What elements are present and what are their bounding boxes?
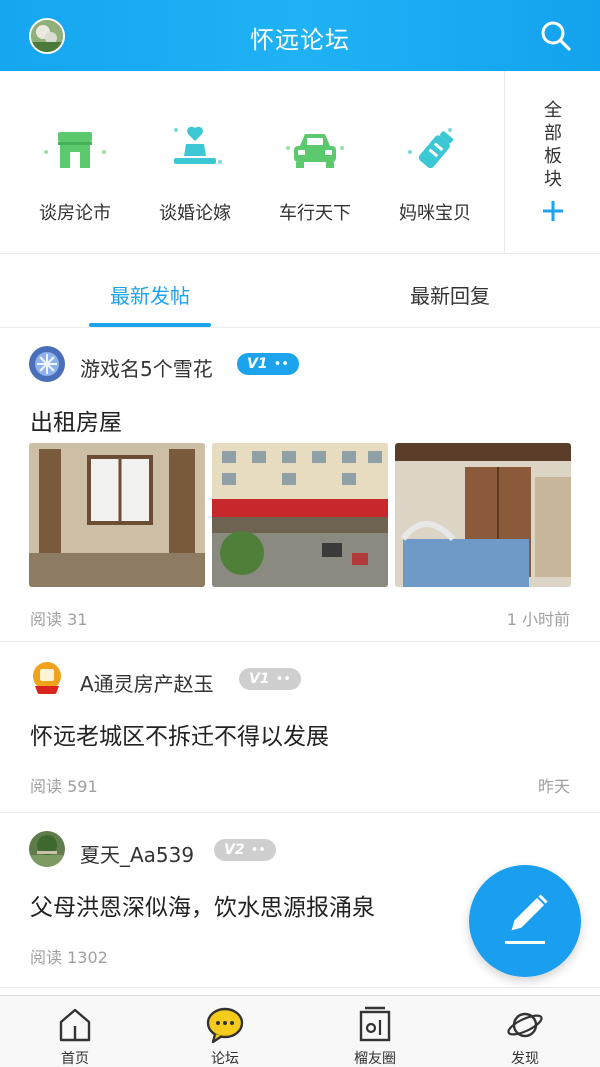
- nav-label: 榴友圈: [354, 1051, 396, 1067]
- shop-icon: [40, 126, 110, 176]
- tab-latest-replies[interactable]: 最新回复: [300, 254, 600, 328]
- page-title: 怀远论坛: [250, 26, 350, 54]
- home-icon: [55, 1006, 95, 1044]
- post-author[interactable]: A通灵房产赵玉: [80, 668, 214, 697]
- level-badge: V1 ••: [237, 353, 299, 375]
- ring-icon: [160, 126, 230, 176]
- level-badge: V1 ••: [239, 668, 301, 690]
- post-image-bedroom[interactable]: [395, 443, 571, 587]
- all-boards-button[interactable]: 全部板块: [504, 71, 600, 254]
- post-image-room[interactable]: [29, 443, 205, 587]
- avatar[interactable]: [29, 346, 65, 382]
- level-badge: V2 ••: [214, 839, 276, 861]
- all-boards-label: 全部板块: [544, 100, 562, 190]
- post-author[interactable]: 游戏名5个雪花: [80, 353, 213, 382]
- nav-discover[interactable]: 发现: [450, 996, 600, 1067]
- tab-latest-posts[interactable]: 最新发帖: [0, 254, 300, 328]
- plus-icon: [541, 199, 565, 223]
- post-image-street[interactable]: [212, 443, 388, 587]
- read-count: 阅读 1302: [30, 948, 108, 967]
- edit-pencil-icon: [505, 894, 548, 944]
- avatar[interactable]: [29, 660, 65, 696]
- read-count: 阅读 591: [30, 777, 98, 796]
- read-count: 阅读 31: [30, 610, 88, 629]
- post-card[interactable]: 游戏名5个雪花 V1 •• 出租房屋 阅读 31 1 小时前: [0, 328, 600, 642]
- avatar[interactable]: [29, 831, 65, 867]
- baby-bottle-icon: [400, 126, 470, 176]
- post-title[interactable]: 怀远老城区不拆迁不得以发展: [30, 717, 329, 751]
- category-label: 车行天下: [279, 203, 351, 224]
- category-label: 妈咪宝贝: [399, 203, 471, 224]
- post-author[interactable]: 夏天_Aa539: [80, 839, 194, 868]
- post-title[interactable]: 出租房屋: [30, 403, 122, 437]
- search-icon[interactable]: [540, 20, 572, 52]
- bottom-navigation: 首页 论坛 榴友圈 发现: [0, 995, 600, 1067]
- planet-icon: [505, 1006, 545, 1044]
- post-time: 昨天: [537, 777, 570, 796]
- nav-label: 发现: [511, 1051, 539, 1067]
- car-icon: [280, 126, 350, 176]
- nav-home[interactable]: 首页: [0, 996, 150, 1067]
- category-shortcuts: 谈房论市 谈婚论嫁 车行天下 妈咪宝贝 全部板块: [0, 71, 600, 254]
- feed-tabs: 最新发帖 最新回复: [0, 254, 600, 328]
- nav-label: 论坛: [211, 1051, 239, 1067]
- category-marriage[interactable]: 谈婚论嫁: [135, 71, 255, 254]
- post-card[interactable]: A通灵房产赵玉 V1 •• 怀远老城区不拆迁不得以发展 阅读 591 昨天: [0, 642, 600, 813]
- forum-chat-icon: [205, 1006, 245, 1044]
- category-label: 谈婚论嫁: [159, 203, 231, 224]
- category-cars[interactable]: 车行天下: [255, 71, 375, 254]
- category-label: 谈房论市: [39, 203, 111, 224]
- category-house[interactable]: 谈房论市: [15, 71, 135, 254]
- circle-frame-icon: [355, 1006, 395, 1044]
- active-tab-indicator: [89, 323, 211, 327]
- post-title[interactable]: 父母洪恩深似海，饮水思源报涌泉: [30, 888, 375, 922]
- category-baby[interactable]: 妈咪宝贝: [375, 71, 495, 254]
- top-bar: 怀远论坛: [0, 0, 600, 71]
- compose-post-button[interactable]: [469, 865, 581, 977]
- post-time: 1 小时前: [506, 610, 570, 629]
- nav-label: 首页: [61, 1051, 89, 1067]
- nav-forum[interactable]: 论坛: [150, 996, 300, 1067]
- nav-circle[interactable]: 榴友圈: [300, 996, 450, 1067]
